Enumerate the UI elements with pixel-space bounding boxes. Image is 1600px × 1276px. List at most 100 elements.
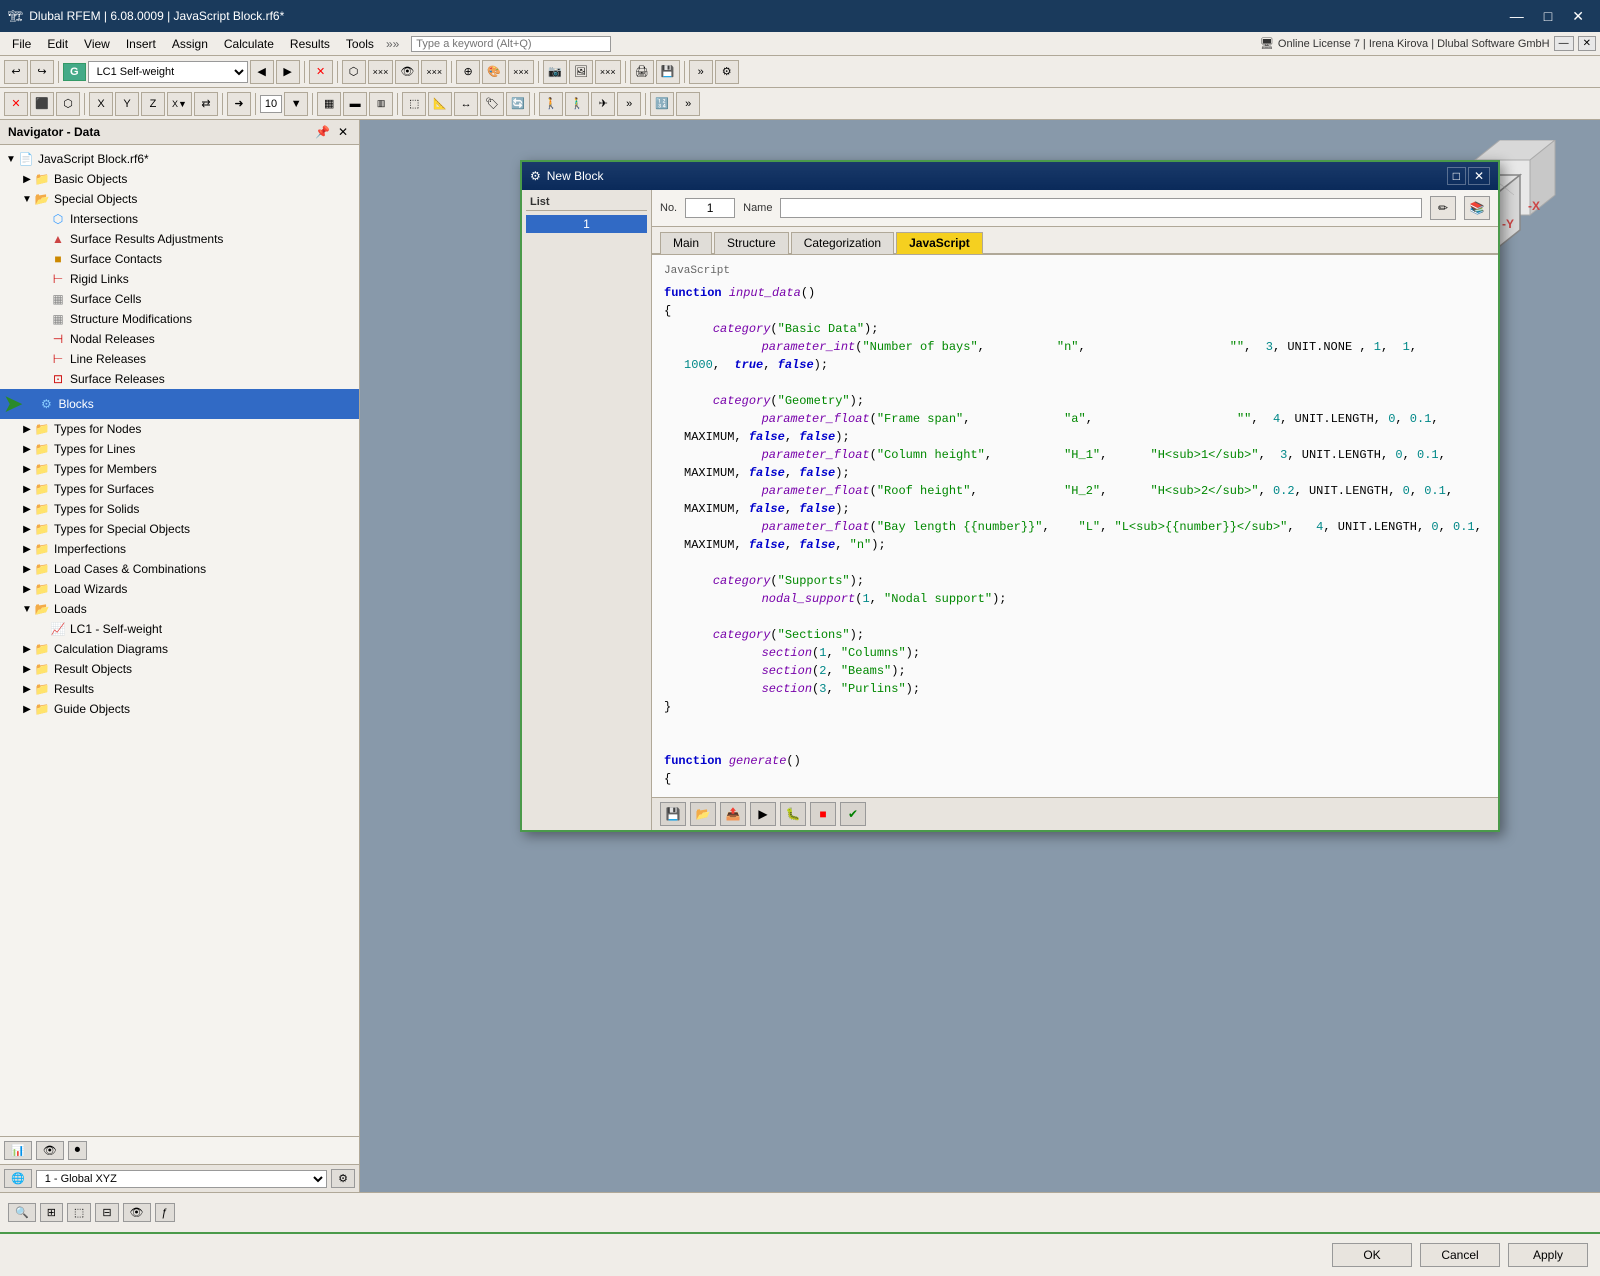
tb-prev-button[interactable]: ◀ xyxy=(250,60,274,84)
tree-toggle-special[interactable]: ▼ xyxy=(20,194,34,205)
tb2-measure-button[interactable]: 📐 xyxy=(428,92,452,116)
apply-button[interactable]: Apply xyxy=(1508,1243,1588,1267)
tree-toggle-imperfections[interactable]: ▶ xyxy=(20,544,34,555)
coordinate-system-dropdown[interactable]: 1 - Global XYZ xyxy=(36,1170,327,1188)
cancel-button[interactable]: Cancel xyxy=(1420,1243,1500,1267)
list-item-1[interactable]: 1 xyxy=(526,215,647,233)
tb2-cube-button[interactable]: ⬛ xyxy=(30,92,54,116)
menu-insert[interactable]: Insert xyxy=(118,35,164,53)
bottom-select-button[interactable]: ⬚ xyxy=(67,1203,91,1222)
tree-item-structmod[interactable]: ▦ Structure Modifications xyxy=(0,309,359,329)
close-button[interactable]: ✕ xyxy=(1564,6,1592,27)
menu-tools[interactable]: Tools xyxy=(338,35,382,53)
tb-save-button[interactable]: 💾 xyxy=(656,60,680,84)
tb-settings-button[interactable]: ⚙ xyxy=(715,60,739,84)
tree-item-guideobj[interactable]: ▶ 📁 Guide Objects xyxy=(0,699,359,719)
nav-view-display-button[interactable]: 👁 xyxy=(36,1141,64,1160)
ok-button[interactable]: OK xyxy=(1332,1243,1412,1267)
tb-nodes-button[interactable]: ⬡ xyxy=(342,60,366,84)
tree-item-linerel[interactable]: ⊢ Line Releases xyxy=(0,349,359,369)
dt-open-button[interactable]: 📂 xyxy=(690,802,716,826)
tb-delete-button[interactable]: ✕ xyxy=(309,60,333,84)
tb-xxx-button[interactable]: ××× xyxy=(368,60,394,84)
tb2-label-button[interactable]: 🏷 xyxy=(480,92,504,116)
tb2-rotate-button[interactable]: 🔄 xyxy=(506,92,530,116)
tree-toggle-typeslines[interactable]: ▶ xyxy=(20,444,34,455)
tree-item-resultobj[interactable]: ▶ 📁 Result Objects xyxy=(0,659,359,679)
tree-item-typesspecial[interactable]: ▶ 📁 Types for Special Objects xyxy=(0,519,359,539)
bottom-filter-button[interactable]: ⊟ xyxy=(95,1203,118,1222)
tree-item-root[interactable]: ▼ 📄 JavaScript Block.rf6* xyxy=(0,149,359,169)
dt-run-button[interactable]: ▶ xyxy=(750,802,776,826)
dt-stop-button[interactable]: ■ xyxy=(810,802,836,826)
tree-toggle-loads[interactable]: ▼ xyxy=(20,604,34,615)
tree-item-rigidlinks[interactable]: ⊢ Rigid Links xyxy=(0,269,359,289)
license-close-button[interactable]: ✕ xyxy=(1578,36,1596,51)
tb2-more-button[interactable]: » xyxy=(617,92,641,116)
tb2-snap-dropdown[interactable]: ▼ xyxy=(284,92,308,116)
tree-item-imperfections[interactable]: ▶ 📁 Imperfections xyxy=(0,539,359,559)
bottom-table-button[interactable]: ⊞ xyxy=(40,1203,63,1222)
tb2-dimension-button[interactable]: ↔ xyxy=(454,92,478,116)
tree-toggle-typessolids[interactable]: ▶ xyxy=(20,504,34,515)
tree-item-special[interactable]: ▼ 📂 Special Objects xyxy=(0,189,359,209)
nav-view-record-button[interactable]: ⏺ xyxy=(68,1141,88,1160)
tree-item-surfcells[interactable]: ▦ Surface Cells xyxy=(0,289,359,309)
tb2-axis-y-button[interactable]: Y xyxy=(115,92,139,116)
tab-javascript[interactable]: JavaScript xyxy=(896,232,983,254)
menu-calculate[interactable]: Calculate xyxy=(216,35,282,53)
menu-file[interactable]: File xyxy=(4,35,39,53)
tree-toggle-loadcases[interactable]: ▶ xyxy=(20,564,34,575)
tree-item-lc1[interactable]: 📈 LC1 - Self-weight xyxy=(0,619,359,639)
tb-camera-button[interactable]: 📷 xyxy=(543,60,567,84)
nav-view-data-button[interactable]: 📊 xyxy=(4,1141,32,1160)
tb-xxx4-button[interactable]: ××× xyxy=(595,60,621,84)
no-field[interactable] xyxy=(685,198,735,218)
tb-view3-button[interactable]: 👁 xyxy=(395,60,419,84)
tab-main[interactable]: Main xyxy=(660,232,712,254)
tb2-surface-button[interactable]: ▬ xyxy=(343,92,367,116)
tb2-more2-button[interactable]: » xyxy=(676,92,700,116)
tree-toggle-guideobj[interactable]: ▶ xyxy=(20,704,34,715)
tb2-walk-button[interactable]: 🚶‍♂ xyxy=(565,92,589,116)
tb-snap-button[interactable]: ⊕ xyxy=(456,60,480,84)
tb-xxx3-button[interactable]: ××× xyxy=(508,60,534,84)
tree-item-surfrel[interactable]: ⊡ Surface Releases xyxy=(0,369,359,389)
license-minimize-button[interactable]: — xyxy=(1554,36,1574,51)
tb2-close-button[interactable]: ✕ xyxy=(4,92,28,116)
tree-toggle-loadwizards[interactable]: ▶ xyxy=(20,584,34,595)
tb2-select-button[interactable]: ⬚ xyxy=(402,92,426,116)
tree-toggle-basic[interactable]: ▶ xyxy=(20,174,34,185)
load-case-dropdown[interactable]: LC1 Self-weight xyxy=(88,61,248,83)
nav-close-button[interactable]: ✕ xyxy=(335,124,351,140)
tree-item-calcdiag[interactable]: ▶ 📁 Calculation Diagrams xyxy=(0,639,359,659)
tab-structure[interactable]: Structure xyxy=(714,232,789,254)
tree-toggle-typesnodes[interactable]: ▶ xyxy=(20,424,34,435)
menu-results[interactable]: Results xyxy=(282,35,338,53)
tb-more-button[interactable]: » xyxy=(689,60,713,84)
tb-color-button[interactable]: 🎨 xyxy=(482,60,506,84)
tree-item-typessolids[interactable]: ▶ 📁 Types for Solids xyxy=(0,499,359,519)
tree-item-typesnodes[interactable]: ▶ 📁 Types for Nodes xyxy=(0,419,359,439)
tb-print-button[interactable]: 🖨 xyxy=(630,60,654,84)
code-editor[interactable]: JavaScript function input_data() { categ… xyxy=(652,254,1498,797)
tb2-transform-button[interactable]: ⇄ xyxy=(194,92,218,116)
tree-item-results[interactable]: ▶ 📁 Results xyxy=(0,679,359,699)
minimize-button[interactable]: — xyxy=(1502,6,1532,27)
bottom-formula-button[interactable]: ƒ xyxy=(155,1203,175,1222)
tree-item-nodalrel[interactable]: ⊣ Nodal Releases xyxy=(0,329,359,349)
dt-check-button[interactable]: ✔ xyxy=(840,802,866,826)
tree-item-blocks[interactable]: ➤ ⚙ Blocks xyxy=(0,389,359,419)
menu-view[interactable]: View xyxy=(76,35,118,53)
tb2-axis-z-button[interactable]: Z xyxy=(141,92,165,116)
dialog-close-button[interactable]: ✕ xyxy=(1468,167,1490,185)
tree-item-typesmembers[interactable]: ▶ 📁 Types for Members xyxy=(0,459,359,479)
tree-toggle-typesspecial[interactable]: ▶ xyxy=(20,524,34,535)
tree-item-typeslines[interactable]: ▶ 📁 Types for Lines xyxy=(0,439,359,459)
menu-edit[interactable]: Edit xyxy=(39,35,76,53)
tree-toggle-typesmembers[interactable]: ▶ xyxy=(20,464,34,475)
dt-export-button[interactable]: 📤 xyxy=(720,802,746,826)
tb-render-button[interactable]: 🖼 xyxy=(569,60,593,84)
tb2-xxx-button[interactable]: ▥ xyxy=(369,92,393,116)
keyword-search-input[interactable] xyxy=(411,36,611,52)
